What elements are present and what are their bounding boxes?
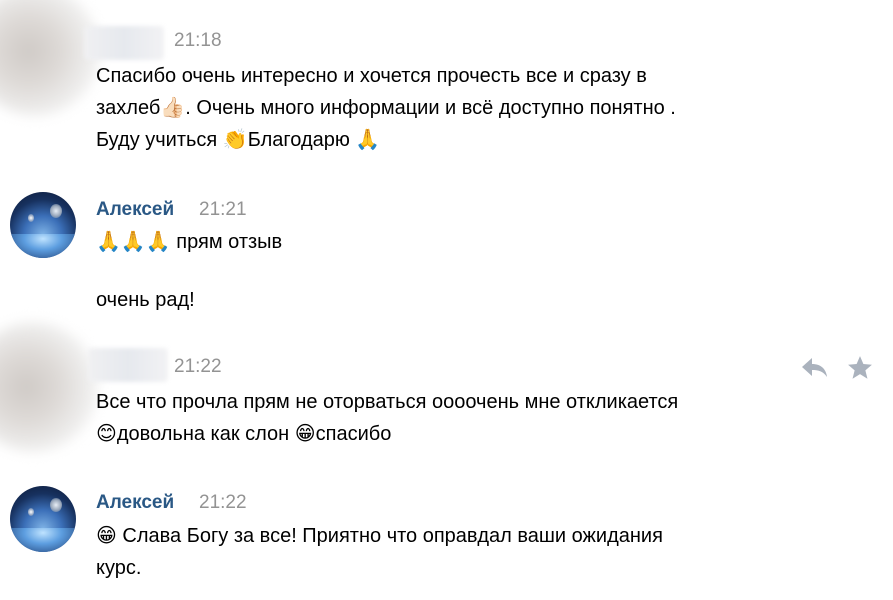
message-text-line: Спасибо очень интересно и хочется прочес… [96, 65, 647, 87]
message-text-line: 😁 Слава Богу за все! Приятно что оправда… [96, 525, 663, 547]
message-1: 21:18 Спасибо очень интересно и хочется … [0, 0, 893, 180]
message-4: Алексей 21:22 😁 Слава Богу за все! Прият… [0, 470, 893, 600]
message-time[interactable]: 21:22 [199, 492, 247, 514]
message-text-line: курс. [96, 557, 142, 579]
message-time[interactable]: 21:18 [174, 30, 222, 52]
author-name-redacted [84, 26, 164, 60]
message-text-line: 😊довольна как слон 😁спасибо [96, 423, 392, 445]
avatar[interactable] [0, 322, 98, 452]
message-text-line: очень рад! [96, 289, 195, 311]
author-name[interactable]: Алексей [96, 199, 174, 221]
message-text-line: захлеб👍🏻. Очень много информации и всё д… [96, 97, 676, 119]
message-text-line: Буду учиться 👏Благодарю 🙏 [96, 129, 381, 151]
author-name-redacted [88, 348, 168, 382]
star-icon[interactable] [846, 354, 874, 382]
message-time[interactable]: 21:22 [174, 356, 222, 378]
message-text-line: Все что прочла прям не оторваться ооооче… [96, 391, 679, 413]
message-3: 21:22 Все что прочла прям не оторваться … [0, 320, 893, 470]
message-text-line: 🙏🙏🙏 прям отзыв [96, 231, 283, 253]
reply-icon[interactable] [800, 356, 830, 380]
author-name[interactable]: Алексей [96, 492, 174, 514]
message-time[interactable]: 21:21 [199, 199, 247, 221]
message-2: Алексей 21:21 🙏🙏🙏 прям отзыв очень рад! [0, 180, 893, 320]
avatar[interactable] [10, 486, 76, 552]
avatar[interactable] [10, 192, 76, 258]
